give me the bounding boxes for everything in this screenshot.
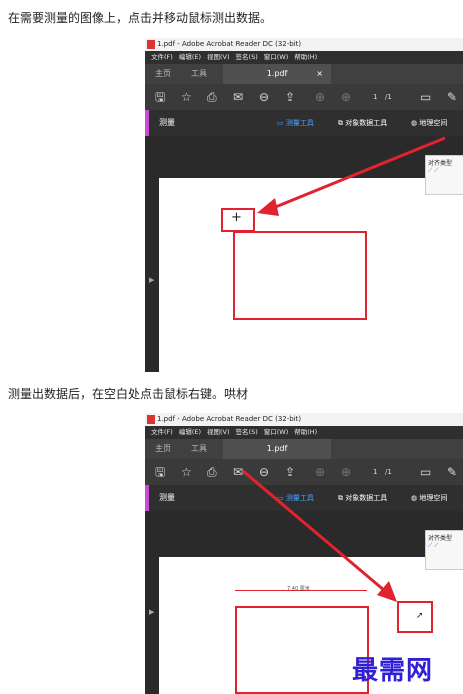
watermark: 最需网 (352, 656, 434, 686)
step1-caption: 在需要测量的图像上，点击并移动鼠标测出数据。 (8, 11, 273, 25)
pointer-arrow (257, 136, 446, 216)
screenshot-1: 1.pdf - Adobe Acrobat Reader DC (32-bit)… (145, 38, 463, 372)
step2-caption: 测量出数据后，在空白处点击鼠标右键。哄材 (8, 387, 249, 401)
